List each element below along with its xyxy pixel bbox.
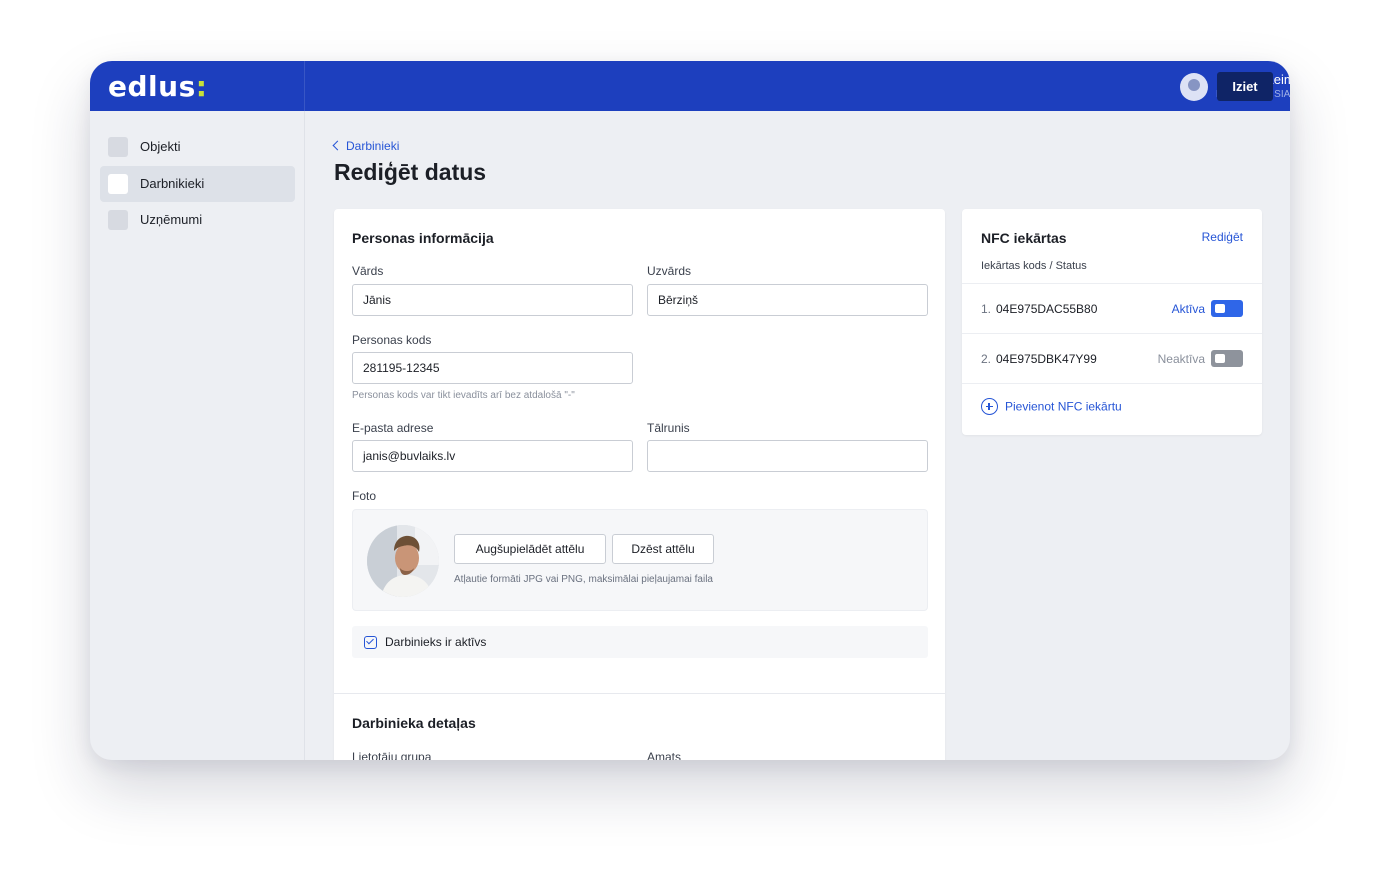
logo-text: edlus xyxy=(108,70,196,103)
active-checkbox-row[interactable]: Darbinieks ir aktīvs xyxy=(352,626,928,658)
check-icon[interactable] xyxy=(364,636,377,649)
add-nfc-button[interactable]: Pievienot NFC iekārtu xyxy=(981,398,1122,416)
nfc-device-toggle[interactable] xyxy=(1211,300,1243,317)
active-checkbox-label: Darbinieks ir aktīvs xyxy=(385,635,487,649)
top-bar: edlus: Kristaps Leimanis PMTT Būve, SIA … xyxy=(90,61,1290,111)
logo-colon: : xyxy=(195,70,208,103)
logout-button[interactable]: Iziet xyxy=(1217,72,1273,101)
section-divider xyxy=(334,693,945,694)
objekti-icon xyxy=(108,137,128,157)
nfc-device-row: 1. 04E975DAC55B80 Aktīva xyxy=(962,283,1262,333)
position-label: Amats xyxy=(647,750,682,760)
section-title-details: Darbinieka detaļas xyxy=(352,715,476,731)
delete-photo-button[interactable]: Dzēst attēlu xyxy=(612,534,714,564)
chevron-left-icon xyxy=(332,140,343,151)
nfc-device-status: Neaktīva xyxy=(1157,352,1205,366)
first-name-field[interactable]: Jānis xyxy=(352,284,633,316)
photo-label: Foto xyxy=(352,489,377,503)
avatar-icon xyxy=(1180,73,1208,101)
back-link-label: Darbinieki xyxy=(346,139,400,153)
sidebar-item-label: Darbnikieki xyxy=(140,176,205,191)
section-title-personal: Personas informācija xyxy=(352,230,494,246)
nfc-device-number: 1. xyxy=(981,302,992,316)
sidebar-item-label: Objekti xyxy=(140,139,181,154)
photo-upload-area: Augšupielādēt attēlu Dzēst attēlu Atļaut… xyxy=(352,509,928,611)
phone-label: Tālrunis xyxy=(647,421,690,435)
sidebar-item-darbinieki[interactable]: Darbnikieki xyxy=(100,166,295,202)
personal-code-label: Personas kods xyxy=(352,333,432,347)
photo-format-hint: Atļautie formāti JPG vai PNG, maksimālai… xyxy=(454,574,713,585)
back-link[interactable]: Darbinieki xyxy=(332,139,400,153)
app-window: edlus: Kristaps Leimanis PMTT Būve, SIA … xyxy=(90,61,1290,760)
profile-photo xyxy=(367,525,439,597)
personal-info-card: Personas informācija Vārds Jānis Uzvārds… xyxy=(334,209,945,760)
nfc-device-status: Aktīva xyxy=(1171,302,1205,316)
last-name-label: Uzvārds xyxy=(647,264,692,278)
upload-photo-button[interactable]: Augšupielādēt attēlu xyxy=(454,534,606,564)
main-content: Darbinieki Rediģēt datus Personas inform… xyxy=(306,111,1290,760)
email-label: E-pasta adrese xyxy=(352,421,434,435)
nfc-devices-card: NFC iekārtas Rediģēt Iekārtas kods / Sta… xyxy=(962,209,1262,435)
edlus-logo[interactable]: edlus: xyxy=(108,70,207,103)
email-field[interactable]: janis@buvlaiks.lv xyxy=(352,440,633,472)
sidebar-item-uznemumi[interactable]: Uzņēmumi xyxy=(100,202,295,238)
page-title: Rediģēt datus xyxy=(334,159,487,185)
logo-area: edlus: xyxy=(90,61,305,111)
nfc-edit-link[interactable]: Rediģēt xyxy=(1202,230,1243,244)
personal-code-field[interactable]: 281195-12345 xyxy=(352,352,633,384)
uznemumi-icon xyxy=(108,210,128,230)
first-name-label: Vārds xyxy=(352,264,384,278)
nfc-subtitle: Iekārtas kods / Status xyxy=(981,260,1087,272)
personal-code-hint: Personas kods var tikt ievadīts arī bez … xyxy=(352,390,575,401)
user-group-label: Lietotāju grupa xyxy=(352,750,432,760)
sidebar: Objekti Darbnikieki Uzņēmumi xyxy=(90,111,305,760)
sidebar-item-label: Uzņēmumi xyxy=(140,212,203,227)
phone-field[interactable] xyxy=(647,440,928,472)
darbinieki-icon xyxy=(108,174,128,194)
nfc-device-row: 2. 04E975DBK47Y99 Neaktīva xyxy=(962,333,1262,383)
nfc-device-code: 04E975DAC55B80 xyxy=(996,302,1098,316)
nfc-device-code: 04E975DBK47Y99 xyxy=(996,352,1097,366)
add-nfc-label: Pievienot NFC iekārtu xyxy=(1005,399,1122,414)
last-name-field[interactable]: Bērziņš xyxy=(647,284,928,316)
nfc-device-toggle[interactable] xyxy=(1211,350,1243,367)
nfc-device-number: 2. xyxy=(981,352,992,366)
nfc-title: NFC iekārtas xyxy=(981,230,1067,246)
plus-circle-icon xyxy=(981,398,998,415)
sidebar-item-objekti[interactable]: Objekti xyxy=(100,129,295,165)
